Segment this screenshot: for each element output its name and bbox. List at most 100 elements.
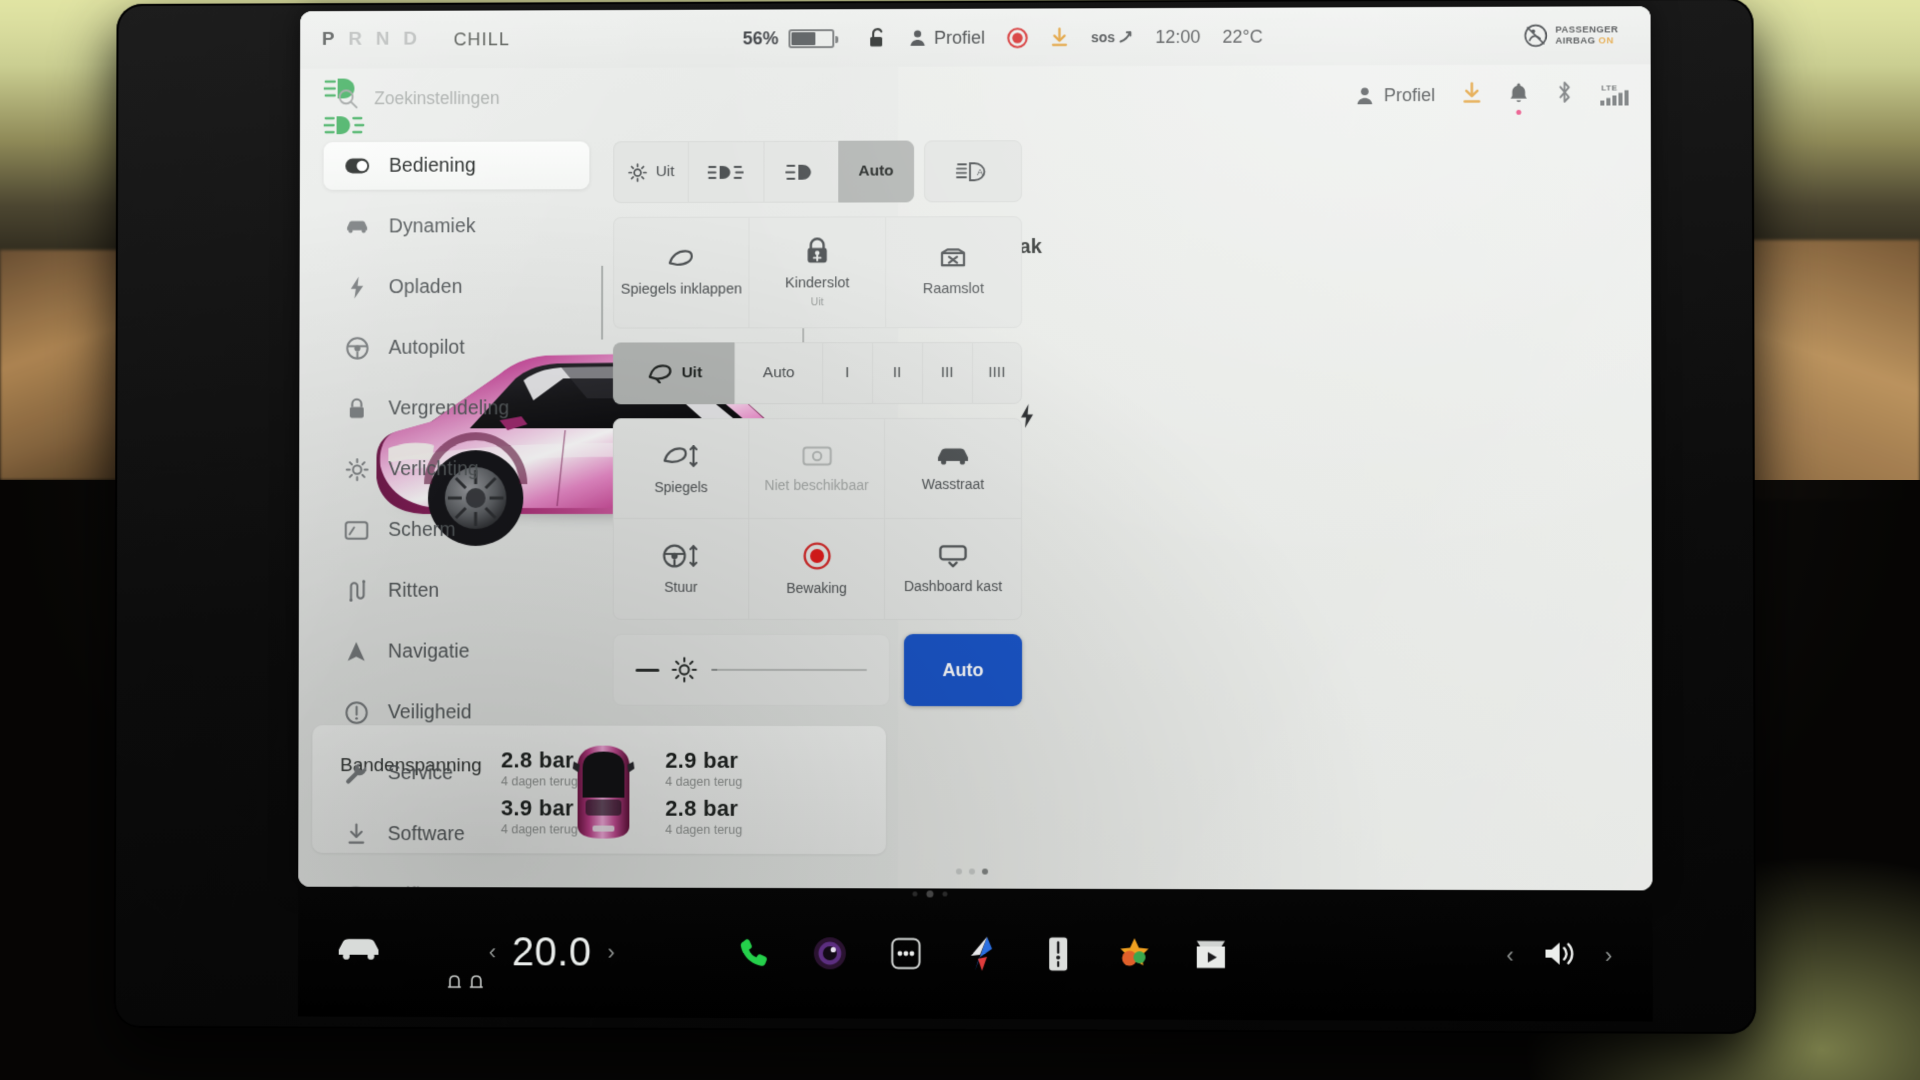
display-icon <box>345 518 369 542</box>
wipers-speed-3-label: III <box>940 364 954 382</box>
status-profile-button[interactable]: Profiel <box>909 27 985 48</box>
sidebar-item-navigatie[interactable]: Navigatie <box>322 628 588 676</box>
brightness-auto-button[interactable]: Auto <box>903 634 1023 707</box>
theater-app-icon[interactable] <box>1189 933 1231 975</box>
child-lock-button[interactable]: Kinderslot Uit <box>748 216 885 329</box>
gear-d[interactable]: D <box>403 29 420 51</box>
wipers-speed-4-label: IIII <box>988 363 1006 382</box>
fold-mirrors-button[interactable]: Spiegels inklappen <box>613 216 749 329</box>
svg-text:A: A <box>977 167 983 177</box>
car-front-icon <box>345 215 369 239</box>
volume-decrease-button[interactable]: ‹ <box>1506 942 1513 968</box>
steering-adjust-button[interactable]: Stuur <box>613 518 750 619</box>
steering-adjust-label: Stuur <box>664 578 698 595</box>
settings-search-row[interactable]: Zoekinstellingen <box>300 66 1046 128</box>
outside-temperature-label[interactable]: 22°C <box>1222 26 1262 47</box>
sidebar-label-ritten: Ritten <box>388 579 440 602</box>
seat-heater-icons[interactable] <box>447 974 484 989</box>
wipers-off-label: Uit <box>681 364 703 382</box>
sidebar-item-vergrendeling[interactable]: Vergrendeling <box>323 384 589 432</box>
camera-app-icon[interactable] <box>808 932 850 974</box>
car-wash-button[interactable]: Wasstraat <box>885 418 1022 520</box>
temperature-value[interactable]: 20.0 <box>512 930 592 975</box>
wipers-speed-2-button[interactable]: II <box>871 342 922 405</box>
download-icon[interactable] <box>1050 27 1069 47</box>
tire-front-right-value: 2.9 bar <box>665 747 739 773</box>
fold-mirrors-label: Spiegels inklappen <box>620 281 743 298</box>
car-icon[interactable] <box>336 936 382 967</box>
brightness-track[interactable] <box>711 668 867 672</box>
wiper-control-row: Uit Auto I II III IIII <box>612 341 1023 405</box>
unlock-icon[interactable] <box>868 27 887 49</box>
sidebar-item-software[interactable]: Software <box>322 810 588 859</box>
sun-small-icon <box>628 163 647 182</box>
low-beam-button[interactable] <box>762 140 839 203</box>
bell-icon[interactable] <box>1509 81 1529 115</box>
wipers-speed-1-button[interactable]: I <box>821 342 872 405</box>
gear-selector[interactable]: P R N D <box>322 29 420 51</box>
window-lock-icon <box>941 248 967 267</box>
climate-temperature-control[interactable]: ‹ 20.0 › <box>489 930 615 975</box>
airbag-state: ON <box>1598 35 1614 47</box>
drive-mode-label[interactable]: CHILL <box>453 29 510 50</box>
mirrors-adjust-label: Spiegels <box>654 478 708 495</box>
gear-n[interactable]: N <box>376 29 393 51</box>
gear-p[interactable]: P <box>322 29 338 51</box>
page-indicator-dots[interactable] <box>955 868 989 875</box>
wipers-speed-4-button[interactable]: IIII <box>971 341 1023 405</box>
lights-off-button[interactable]: Uit <box>613 141 689 204</box>
download-icon[interactable] <box>1461 81 1482 108</box>
sidebar-item-opladen[interactable]: Opladen <box>323 263 589 311</box>
sidebar-item-ritten[interactable]: Ritten <box>323 567 589 615</box>
gear-r[interactable]: R <box>348 29 365 51</box>
tesla-touchscreen: P R N D CHILL 56% Profiel sos 12:00 22°C… <box>298 6 1653 891</box>
glovebox-button[interactable]: Dashboard kast <box>885 519 1021 619</box>
search-input[interactable]: Zoekinstellingen <box>338 87 500 108</box>
navigation-app-icon[interactable] <box>960 933 1002 975</box>
sentry-mode-button[interactable]: Bewaking <box>749 518 886 619</box>
search-icon <box>338 88 359 109</box>
lights-auto-button[interactable]: Auto <box>837 140 915 203</box>
sidebar-item-service[interactable]: Service <box>322 749 588 797</box>
temp-increase-button[interactable]: › <box>607 940 614 966</box>
sidebar-item-bediening[interactable]: Bediening <box>323 141 590 190</box>
tire-front-right-age: 4 dagen terug <box>665 774 743 789</box>
sidebar-item-verlichting[interactable]: Verlichting <box>323 445 589 493</box>
sidebar-item-veiligheid[interactable]: Veiligheid <box>322 688 588 736</box>
alert-circle-icon <box>344 700 368 724</box>
wipers-auto-button[interactable]: Auto <box>734 342 822 405</box>
brightness-slider[interactable] <box>612 633 890 707</box>
mirrors-adjust-button[interactable]: Spiegels <box>613 419 750 519</box>
download-icon <box>344 822 368 846</box>
record-dot-icon[interactable] <box>1007 27 1028 48</box>
settings-profile-button[interactable]: Profiel <box>1356 85 1435 106</box>
battery-percent-label: 56% <box>742 27 779 48</box>
lights-off-label: Uit <box>655 163 675 181</box>
auto-high-beam-button[interactable]: A <box>924 140 1023 203</box>
photos-app-icon[interactable] <box>1113 933 1155 975</box>
battery-indicator[interactable]: 56% <box>743 28 835 49</box>
window-lock-button[interactable]: Raamslot <box>884 216 1023 329</box>
energy-app-icon[interactable] <box>1037 933 1079 975</box>
minus-icon[interactable] <box>635 668 660 672</box>
wipers-speed-3-button[interactable]: III <box>921 342 972 405</box>
bluetooth-icon[interactable] <box>1555 81 1574 109</box>
lights-control-row: Uit Auto A <box>613 140 1023 204</box>
sidebar-label-veiligheid: Veiligheid <box>387 700 472 723</box>
volume-icon[interactable] <box>1542 938 1576 973</box>
fog-lights-button[interactable] <box>688 140 764 203</box>
phone-app-icon[interactable] <box>732 932 774 974</box>
sidebar-item-autopilot[interactable]: Autopilot <box>323 324 589 372</box>
clock-label[interactable]: 12:00 <box>1155 26 1200 47</box>
more-apps-icon[interactable] <box>884 932 926 974</box>
lte-signal-icon[interactable]: LTE <box>1600 83 1629 106</box>
mirror-icon <box>664 247 698 271</box>
sidebar-item-dynamiek[interactable]: Dynamiek <box>323 202 589 250</box>
tire-rear-right-value: 2.8 bar <box>665 795 739 821</box>
fog-lights-icon <box>708 163 744 180</box>
temp-decrease-button[interactable]: ‹ <box>489 939 496 965</box>
sidebar-item-scherm[interactable]: Scherm <box>323 506 589 554</box>
sos-button[interactable]: sos <box>1091 29 1133 45</box>
volume-increase-button[interactable]: › <box>1605 943 1612 969</box>
wipers-off-button[interactable]: Uit <box>612 342 735 405</box>
